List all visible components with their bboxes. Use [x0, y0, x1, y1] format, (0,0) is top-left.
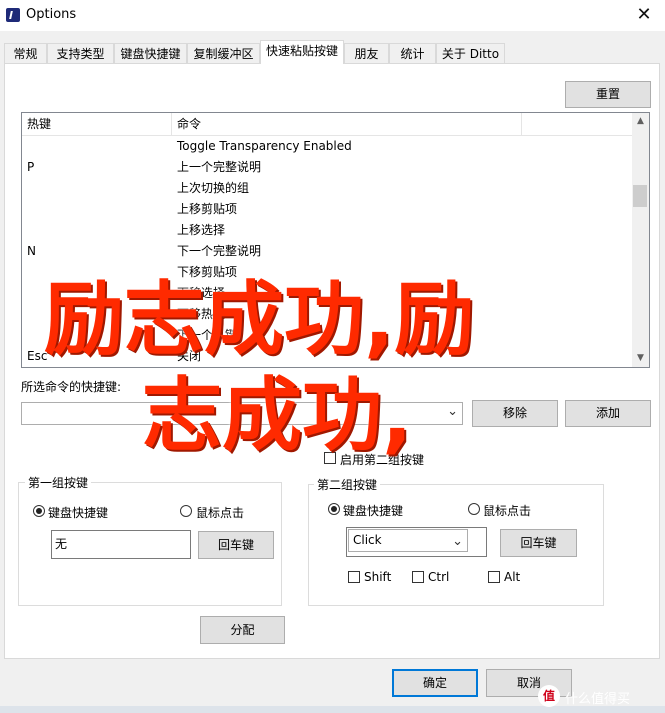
list-item[interactable]: P 上一个完整说明	[22, 157, 634, 178]
row-command: 上次切换的组	[177, 181, 250, 195]
list-item[interactable]: Toggle Transparency Enabled	[22, 136, 634, 157]
scroll-down-icon[interactable]: ▼	[632, 350, 649, 367]
window-title: Options	[26, 7, 77, 22]
tab-supported-types[interactable]: 支持类型	[47, 43, 114, 63]
tab-general[interactable]: 常规	[4, 43, 47, 63]
alt-label: Alt	[504, 570, 521, 584]
group2-enter-button[interactable]: 回车键	[500, 529, 577, 557]
row-hotkey: P	[27, 160, 35, 174]
list-item[interactable]: 上移选择	[22, 220, 634, 241]
group1-title: 第一组按键	[25, 474, 92, 491]
group1-enter-button[interactable]: 回车键	[198, 531, 274, 559]
group1-keyboard-radio[interactable]	[33, 505, 45, 517]
title-bar: Options ✕	[0, 0, 665, 31]
tab-stats[interactable]: 统计	[389, 43, 436, 63]
row-hotkey: N	[27, 244, 36, 258]
list-item[interactable]: N 下一个完整说明	[22, 241, 634, 262]
group2-keyboard-label: 键盘快捷键	[343, 504, 404, 518]
overlay-text-line2: 志成功,	[142, 369, 413, 462]
close-button[interactable]: ✕	[628, 2, 660, 28]
ctrl-label: Ctrl	[428, 570, 450, 584]
group2-title: 第二组按键	[314, 476, 381, 493]
watermark-text: 什么值得买	[565, 692, 631, 707]
list-scrollbar[interactable]: ▲ ▼	[632, 113, 649, 367]
list-header: 热键 命令	[22, 113, 634, 136]
alt-checkbox[interactable]	[488, 571, 500, 583]
row-command: Toggle Transparency Enabled	[177, 139, 352, 153]
column-command[interactable]: 命令	[172, 113, 522, 135]
ctrl-checkbox[interactable]	[412, 571, 424, 583]
reset-button[interactable]: 重置	[565, 81, 651, 108]
row-command: 上移选择	[177, 223, 226, 237]
add-button[interactable]: 添加	[565, 400, 651, 427]
tab-quick-paste-keys[interactable]: 快速粘贴按键	[260, 40, 344, 64]
list-item[interactable]: 上次切换的组	[22, 178, 634, 199]
row-command: 上移剪贴项	[177, 202, 238, 216]
shift-label: Shift	[364, 570, 392, 584]
group1-mouse-label: 鼠标点击	[196, 506, 245, 520]
row-command: 上一个完整说明	[177, 160, 262, 174]
app-icon	[6, 8, 20, 22]
watermark: 值 什么值得买	[538, 685, 662, 709]
list-item[interactable]: 上移剪贴项	[22, 199, 634, 220]
ok-button[interactable]: 确定	[392, 669, 478, 697]
selected-hotkey-label: 所选命令的快捷键:	[21, 380, 122, 394]
scroll-up-icon[interactable]: ▲	[632, 113, 649, 130]
group2-click-combo[interactable]: Click ⌄	[348, 529, 468, 552]
group1-mouse-radio[interactable]	[180, 505, 192, 517]
remove-button[interactable]: 移除	[472, 400, 558, 427]
scroll-thumb[interactable]	[633, 185, 647, 207]
column-hotkey[interactable]: 热键	[22, 113, 172, 135]
group2-keyboard-radio[interactable]	[328, 503, 340, 515]
shift-checkbox[interactable]	[348, 571, 360, 583]
assign-button[interactable]: 分配	[200, 616, 285, 644]
tab-about[interactable]: 关于 Ditto	[436, 43, 505, 63]
group1-keyboard-label: 键盘快捷键	[48, 506, 109, 520]
row-command: 下一个完整说明	[177, 244, 262, 258]
group2-mouse-label: 鼠标点击	[483, 504, 532, 518]
group1-key-input[interactable]: 无	[51, 530, 191, 559]
tab-copy-buffers[interactable]: 复制缓冲区	[187, 43, 260, 63]
group2-mouse-radio[interactable]	[468, 503, 480, 515]
tab-keyboard-shortcuts[interactable]: 键盘快捷键	[114, 43, 187, 63]
chevron-down-icon: ⌄	[447, 404, 458, 419]
group2-click-value: Click	[353, 533, 382, 547]
tab-friends[interactable]: 朋友	[344, 43, 389, 63]
watermark-logo-icon: 值	[538, 685, 560, 707]
overlay-text-line1: 励志成功,励	[44, 273, 475, 366]
chevron-down-icon: ⌄	[452, 534, 463, 549]
